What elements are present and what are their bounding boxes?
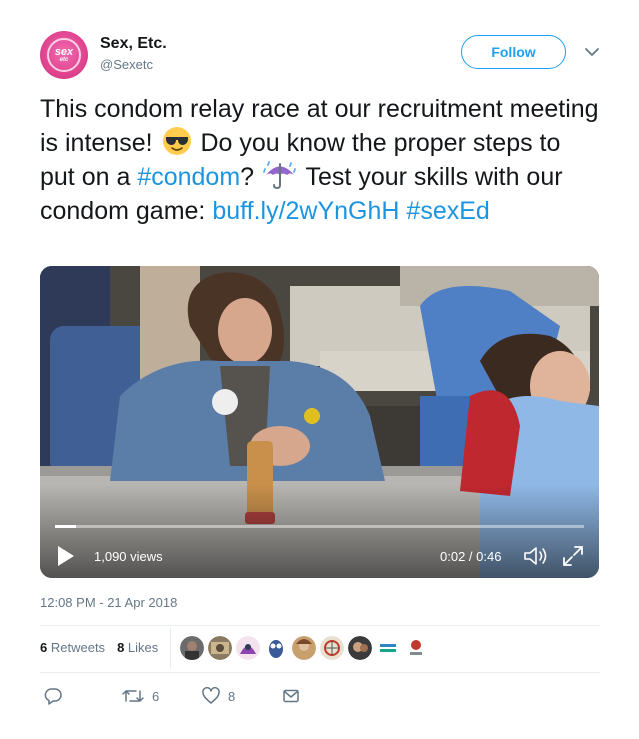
retweet-button[interactable]: 6 bbox=[122, 686, 159, 706]
reply-icon bbox=[44, 688, 62, 705]
liker-avatar[interactable] bbox=[348, 636, 372, 660]
likes-count: 8 bbox=[117, 640, 125, 655]
play-icon[interactable] bbox=[56, 544, 76, 568]
direct-message-button[interactable] bbox=[282, 686, 300, 706]
liker-avatar[interactable] bbox=[208, 636, 232, 660]
video-frame bbox=[40, 266, 599, 578]
liker-avatar[interactable] bbox=[376, 636, 400, 660]
likes-stat[interactable]: 8 Likes bbox=[117, 640, 158, 655]
liker-avatar[interactable] bbox=[292, 636, 316, 660]
engagement-stats: 6 Retweets 8 Likes bbox=[40, 640, 158, 655]
liker-avatar[interactable] bbox=[180, 636, 204, 660]
envelope-icon bbox=[283, 689, 299, 703]
hashtag-sexed-link[interactable]: #sexEd bbox=[406, 197, 489, 225]
liker-avatar[interactable] bbox=[236, 636, 260, 660]
chevron-down-icon[interactable] bbox=[582, 44, 602, 60]
fullscreen-icon[interactable] bbox=[561, 544, 585, 568]
liker-avatar[interactable] bbox=[320, 636, 344, 660]
video-progress-bar[interactable] bbox=[55, 525, 584, 528]
retweets-stat[interactable]: 6 Retweets bbox=[40, 640, 105, 655]
avatar-logo: sex etc bbox=[47, 38, 81, 72]
volume-icon[interactable] bbox=[522, 544, 550, 568]
retweets-label: Retweets bbox=[50, 640, 106, 655]
video-progress-fill bbox=[55, 525, 77, 528]
likes-label: Likes bbox=[127, 640, 159, 655]
avatar-logo-subtext: etc bbox=[59, 56, 69, 63]
tweet-text: This condom relay race at our recruitmen… bbox=[40, 92, 600, 228]
avatar[interactable]: sex etc bbox=[40, 31, 88, 79]
retweet-count: 6 bbox=[152, 688, 160, 704]
liker-avatar[interactable] bbox=[404, 636, 428, 660]
reply-button[interactable] bbox=[44, 686, 62, 706]
divider bbox=[40, 625, 600, 626]
sunglasses-emoji-icon bbox=[162, 127, 191, 156]
tweet-actions: 6 8 bbox=[40, 686, 340, 706]
retweet-icon bbox=[122, 690, 144, 702]
tweet-timestamp[interactable]: 12:08 PM - 21 Apr 2018 bbox=[40, 595, 177, 610]
tweet-text-part: ? bbox=[240, 163, 255, 191]
follow-button[interactable]: Follow bbox=[461, 35, 566, 69]
video-player[interactable]: 1,090 views 0:02 / 0:46 bbox=[40, 266, 599, 578]
divider bbox=[40, 672, 600, 673]
liker-avatar[interactable] bbox=[264, 636, 288, 660]
user-handle[interactable]: @Sexetc bbox=[100, 57, 153, 72]
umbrella-rain-emoji-icon bbox=[263, 161, 296, 190]
buffly-link[interactable]: buff.ly/2wYnGhH bbox=[212, 197, 399, 225]
display-name[interactable]: Sex, Etc. bbox=[100, 35, 167, 53]
like-button[interactable]: 8 bbox=[202, 686, 235, 706]
video-timecode: 0:02 / 0:46 bbox=[440, 549, 502, 564]
stats-separator bbox=[170, 628, 171, 668]
retweets-count: 6 bbox=[40, 640, 48, 655]
avatar-logo-text: sex bbox=[54, 45, 74, 58]
liker-avatars bbox=[180, 636, 428, 660]
like-count: 8 bbox=[228, 688, 236, 704]
video-view-count: 1,090 views bbox=[94, 549, 163, 564]
heart-icon bbox=[202, 687, 220, 704]
hashtag-condom-link[interactable]: #condom bbox=[137, 163, 240, 191]
